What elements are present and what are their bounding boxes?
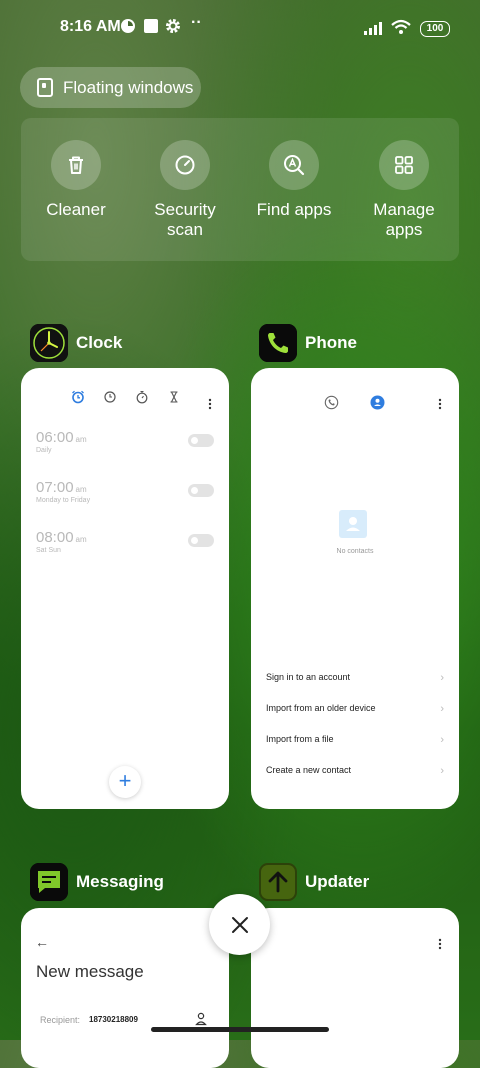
floating-window-icon	[37, 78, 53, 97]
phone-more-icon[interactable]	[438, 398, 442, 410]
clear-all-button[interactable]	[209, 894, 270, 955]
chevron-right-icon: ›	[440, 703, 444, 715]
wifi-icon	[391, 19, 411, 34]
recipient-input[interactable]: 18730218809	[89, 1015, 138, 1024]
alarm-time: 08:00 am	[36, 529, 87, 546]
alarm-row[interactable]: 08:00 am Sat Sun	[36, 529, 214, 569]
manage-apps-icon	[395, 156, 413, 174]
messaging-app-card[interactable]: ← New message Recipient: 18730218809	[21, 908, 229, 1068]
alarm-time: 07:00 am	[36, 479, 87, 496]
updater-app-name: Updater	[305, 872, 370, 891]
phone-app-card[interactable]: No contacts Sign in to an account › Impo…	[251, 368, 459, 809]
phone-app-icon	[259, 324, 297, 362]
empty-contacts-icon	[339, 510, 367, 538]
chevron-right-icon: ›	[440, 765, 444, 777]
alarm-toggle[interactable]	[188, 534, 214, 547]
alarm-toggle[interactable]	[188, 434, 214, 447]
close-icon	[231, 916, 248, 933]
alarm-time: 06:00 am	[36, 429, 87, 446]
chevron-right-icon: ›	[440, 734, 444, 746]
cleaner-label: Cleaner	[46, 200, 106, 219]
security-scan-button[interactable]: Security scan	[135, 140, 235, 240]
notification-app-icon	[121, 19, 135, 33]
link-label: Import from a file	[266, 734, 334, 744]
timer-tab-icon[interactable]	[167, 390, 181, 404]
messaging-app-header[interactable]: Messaging	[30, 862, 164, 902]
trash-icon	[69, 156, 83, 174]
alarm-repeat: Sat Sun	[36, 547, 61, 554]
status-time: 8:16 AM	[60, 18, 121, 35]
find-apps-label: Find apps	[256, 200, 332, 219]
add-alarm-button[interactable]: +	[109, 766, 141, 798]
security-scan-icon	[175, 155, 195, 175]
floating-windows-label: Floating windows	[63, 77, 194, 97]
more-notifications-icon: ··	[191, 14, 202, 31]
clock-app-name: Clock	[76, 333, 123, 352]
find-apps-icon	[284, 155, 305, 176]
messaging-app-icon	[30, 863, 68, 901]
back-arrow-icon[interactable]: ←	[35, 934, 49, 950]
updater-app-header[interactable]: Updater	[259, 862, 369, 902]
alarm-row[interactable]: 07:00 am Monday to Friday	[36, 479, 214, 519]
security-scan-label: Security scan	[154, 200, 216, 239]
new-message-title: New message	[36, 962, 144, 981]
notification-square-icon	[144, 19, 158, 33]
cleaner-button[interactable]: Cleaner	[26, 140, 126, 220]
battery-indicator: 100	[420, 21, 450, 37]
clock-app-header[interactable]: Clock	[30, 323, 122, 363]
home-indicator[interactable]	[151, 1027, 329, 1032]
sign-in-account-link[interactable]: Sign in to an account ›	[266, 672, 444, 688]
add-recipient-contact-icon[interactable]	[195, 1012, 207, 1026]
create-contact-link[interactable]: Create a new contact ›	[266, 765, 444, 781]
updater-app-card[interactable]	[251, 908, 459, 1068]
phone-app-header[interactable]: Phone	[259, 323, 357, 363]
alarm-repeat: Monday to Friday	[36, 497, 91, 504]
clock-more-icon[interactable]	[208, 398, 212, 410]
import-from-file-link[interactable]: Import from a file ›	[266, 734, 444, 750]
find-apps-button[interactable]: Find apps	[244, 140, 344, 220]
no-contacts-text: No contacts	[336, 548, 374, 555]
signal-icon	[364, 22, 382, 35]
alarm-row[interactable]: 06:00 am Daily	[36, 429, 214, 469]
clock-app-icon	[30, 324, 68, 362]
phone-app-name: Phone	[305, 333, 357, 352]
alarm-tab-icon[interactable]	[71, 390, 85, 404]
alarm-toggle[interactable]	[188, 484, 214, 497]
chevron-right-icon: ›	[440, 672, 444, 684]
recipient-label: Recipient:	[40, 1015, 81, 1025]
stopwatch-tab-icon[interactable]	[135, 390, 149, 404]
import-older-device-link[interactable]: Import from an older device ›	[266, 703, 444, 719]
link-label: Sign in to an account	[266, 672, 351, 682]
updater-app-icon	[259, 863, 297, 901]
link-label: Import from an older device	[266, 703, 376, 713]
status-bar: 8:16 AM ·· 100	[0, 0, 480, 56]
floating-windows-button[interactable]: Floating windows	[20, 67, 201, 108]
alarm-repeat: Daily	[36, 447, 52, 454]
messaging-app-name: Messaging	[76, 872, 164, 891]
manage-apps-button[interactable]: Manage apps	[354, 140, 454, 240]
clock-app-card[interactable]: 06:00 am Daily 07:00 am Monday to Friday 0…	[21, 368, 229, 809]
quick-actions-panel: Cleaner Security scan Find apps Manage a…	[21, 118, 459, 261]
manage-apps-label: Manage apps	[373, 200, 435, 239]
world-clock-tab-icon[interactable]	[103, 390, 117, 404]
recents-tab-icon[interactable]	[324, 395, 339, 410]
settings-gear-icon	[166, 19, 180, 33]
link-label: Create a new contact	[266, 765, 352, 775]
contacts-tab-icon[interactable]	[370, 395, 385, 410]
clock-tabs	[71, 390, 181, 408]
updater-more-icon[interactable]	[438, 938, 442, 950]
